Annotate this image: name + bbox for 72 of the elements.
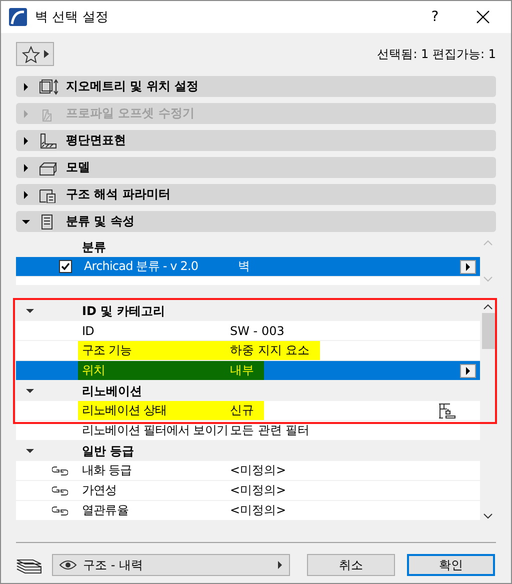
group-header: 일반 등급: [81, 442, 134, 460]
dropdown-arrow-button[interactable]: [460, 260, 476, 274]
cancel-button[interactable]: 취소: [307, 554, 395, 576]
close-icon[interactable]: [476, 10, 490, 24]
favorites-button[interactable]: [16, 42, 54, 66]
classification-row[interactable]: Archicad 분류 - v 2.0 벽: [16, 257, 480, 277]
property-row[interactable]: ID SW - 003: [16, 321, 480, 341]
scroll-thumb[interactable]: [482, 313, 494, 349]
scroll-up-icon: [483, 304, 493, 310]
collapse-icon[interactable]: [26, 306, 34, 316]
section-header[interactable]: 지오메트리 및 위치 설정: [16, 76, 496, 97]
property-value: 내부: [230, 361, 264, 380]
window-title: 벽 선택 설정: [35, 9, 110, 26]
property-value: 모든 관련 필터: [230, 422, 311, 439]
property-value: 하중 지지 요소: [230, 341, 320, 360]
scroll-down-icon: [483, 513, 493, 519]
ok-button[interactable]: 확인: [407, 554, 495, 576]
group-header: ID 및 카테고리: [81, 302, 165, 320]
structure-icon: [38, 186, 58, 202]
checkbox[interactable]: [59, 260, 72, 273]
property-value: <미정의>: [230, 462, 288, 479]
property-row[interactable]: 리노베이션 상태 신규: [16, 401, 480, 421]
property-name: 리노베이션 필터에서 보이기: [81, 422, 230, 439]
property-row[interactable]: 가연성 <미정의>: [16, 481, 480, 501]
layer-dropdown[interactable]: 구조 - 내력: [52, 554, 290, 576]
classification-name: Archicad 분류 - v 2.0: [83, 258, 200, 275]
property-row[interactable]: 열관류율 <미정의>: [16, 501, 480, 521]
property-name: 가연성: [81, 482, 118, 499]
property-row[interactable]: 구조 기능 하중 지지 요소: [16, 341, 480, 361]
section-header[interactable]: 구조 해석 파라미터: [16, 184, 496, 205]
property-name: 내화 등급: [81, 462, 133, 479]
dropdown-arrow-button[interactable]: [460, 364, 476, 378]
geometry-icon: [38, 78, 58, 94]
property-value: 신규: [230, 401, 264, 420]
scroll-down-icon: [483, 276, 493, 282]
section-header[interactable]: 평단면표현: [16, 130, 496, 151]
column-header: 분류: [81, 238, 106, 256]
expand-icon: [22, 82, 30, 92]
collapse-icon[interactable]: [26, 386, 34, 396]
expand-icon: [22, 162, 30, 172]
property-name: 열관류율: [81, 502, 130, 519]
selection-info: 선택됨: 1 편집가능: 1: [377, 46, 496, 62]
property-name: 위치: [78, 361, 230, 380]
section-header[interactable]: 모델: [16, 157, 496, 178]
expand-icon: [22, 108, 30, 118]
property-name: 구조 기능: [78, 341, 230, 360]
property-name: ID: [81, 322, 95, 340]
property-row[interactable]: 위치 내부: [16, 361, 480, 381]
help-button[interactable]: ?: [415, 9, 455, 25]
property-name: 리노베이션 상태: [78, 401, 230, 420]
collapse-icon[interactable]: [26, 446, 34, 456]
property-value: <미정의>: [230, 482, 288, 499]
box-icon: [38, 160, 58, 176]
property-row[interactable]: 내화 등급 <미정의>: [16, 461, 480, 481]
scroll-up-icon: [483, 240, 493, 246]
star-icon: [22, 46, 40, 62]
arrow-icon: [277, 561, 283, 569]
scrollbar[interactable]: [480, 301, 496, 522]
section-header[interactable]: 분류 및 속성: [16, 211, 496, 232]
eye-icon: [59, 559, 77, 571]
property-value: <미정의>: [230, 502, 288, 519]
arrow-icon: [465, 262, 471, 270]
floor-plan-icon: [38, 132, 58, 148]
expand-icon: [22, 190, 30, 200]
group-header: 리노베이션: [81, 382, 142, 400]
classification-value: 벽: [238, 258, 251, 275]
property-row[interactable]: 리노베이션 필터에서 보이기 모든 관련 필터: [16, 421, 480, 441]
expand-icon: [22, 136, 30, 146]
arrow-icon: [44, 50, 48, 58]
arrow-icon: [465, 366, 471, 374]
property-value: SW - 003: [230, 322, 286, 340]
app-logo-icon: [9, 8, 27, 26]
